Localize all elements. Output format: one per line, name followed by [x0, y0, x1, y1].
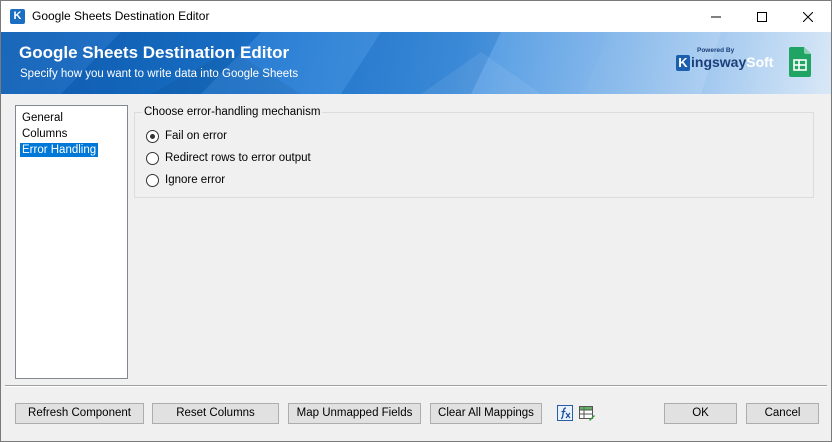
clear-all-mappings-button[interactable]: Clear All Mappings	[430, 403, 542, 424]
close-button[interactable]	[785, 1, 831, 32]
option-fail-on-error[interactable]: Fail on error	[146, 128, 227, 144]
title-bar[interactable]: K Google Sheets Destination Editor	[1, 1, 831, 32]
minimize-icon	[711, 16, 721, 17]
nav-item-general[interactable]: General	[20, 111, 65, 125]
header-banner: Google Sheets Destination Editor Specify…	[1, 32, 831, 94]
maximize-icon	[757, 11, 767, 22]
cancel-button[interactable]: Cancel	[746, 403, 819, 424]
editor-window: K Google Sheets Destination Editor Googl…	[0, 0, 832, 442]
radio-label-ignore-error[interactable]: Ignore error	[165, 174, 225, 186]
google-sheets-icon	[789, 47, 811, 77]
option-ignore-error[interactable]: Ignore error	[146, 172, 225, 188]
grid-edit-icon[interactable]	[579, 405, 595, 421]
radio-label-redirect-rows[interactable]: Redirect rows to error output	[165, 152, 311, 164]
brand-k-mark: K	[676, 55, 690, 71]
radio-redirect-rows[interactable]	[146, 151, 159, 165]
ok-button[interactable]: OK	[664, 403, 737, 424]
brand-name: ingswaySoft	[691, 54, 773, 70]
radio-ignore-error[interactable]	[146, 173, 159, 187]
error-handling-legend: Choose error-handling mechanism	[142, 106, 323, 118]
radio-fail-on-error[interactable]	[146, 129, 159, 143]
close-icon	[803, 11, 813, 22]
maximize-button[interactable]	[739, 1, 785, 32]
page-nav-list[interactable]: General Columns Error Handling	[15, 105, 128, 379]
expression-fx-icon[interactable]	[557, 405, 573, 421]
brand-name-main: ingsway	[691, 54, 747, 70]
map-unmapped-fields-button[interactable]: Map Unmapped Fields	[288, 403, 421, 424]
nav-item-columns[interactable]: Columns	[20, 127, 69, 141]
kingswaysoft-icon: K	[10, 9, 25, 24]
option-redirect-rows[interactable]: Redirect rows to error output	[146, 150, 311, 166]
refresh-component-button[interactable]: Refresh Component	[15, 403, 144, 424]
radio-label-fail-on-error[interactable]: Fail on error	[165, 130, 227, 142]
reset-columns-button[interactable]: Reset Columns	[152, 403, 279, 424]
brand-name-soft: Soft	[746, 54, 774, 70]
banner-subtitle: Specify how you want to write data into …	[20, 68, 299, 80]
footer-separator	[5, 385, 827, 387]
window-title: Google Sheets Destination Editor	[32, 9, 210, 23]
minimize-button[interactable]	[693, 1, 739, 32]
banner-title: Google Sheets Destination Editor	[19, 43, 290, 62]
brand-powered-by: Powered By	[697, 47, 735, 54]
kingswaysoft-logo: Powered By K ingswaySoft	[676, 47, 773, 79]
nav-item-error-handling[interactable]: Error Handling	[20, 143, 99, 157]
